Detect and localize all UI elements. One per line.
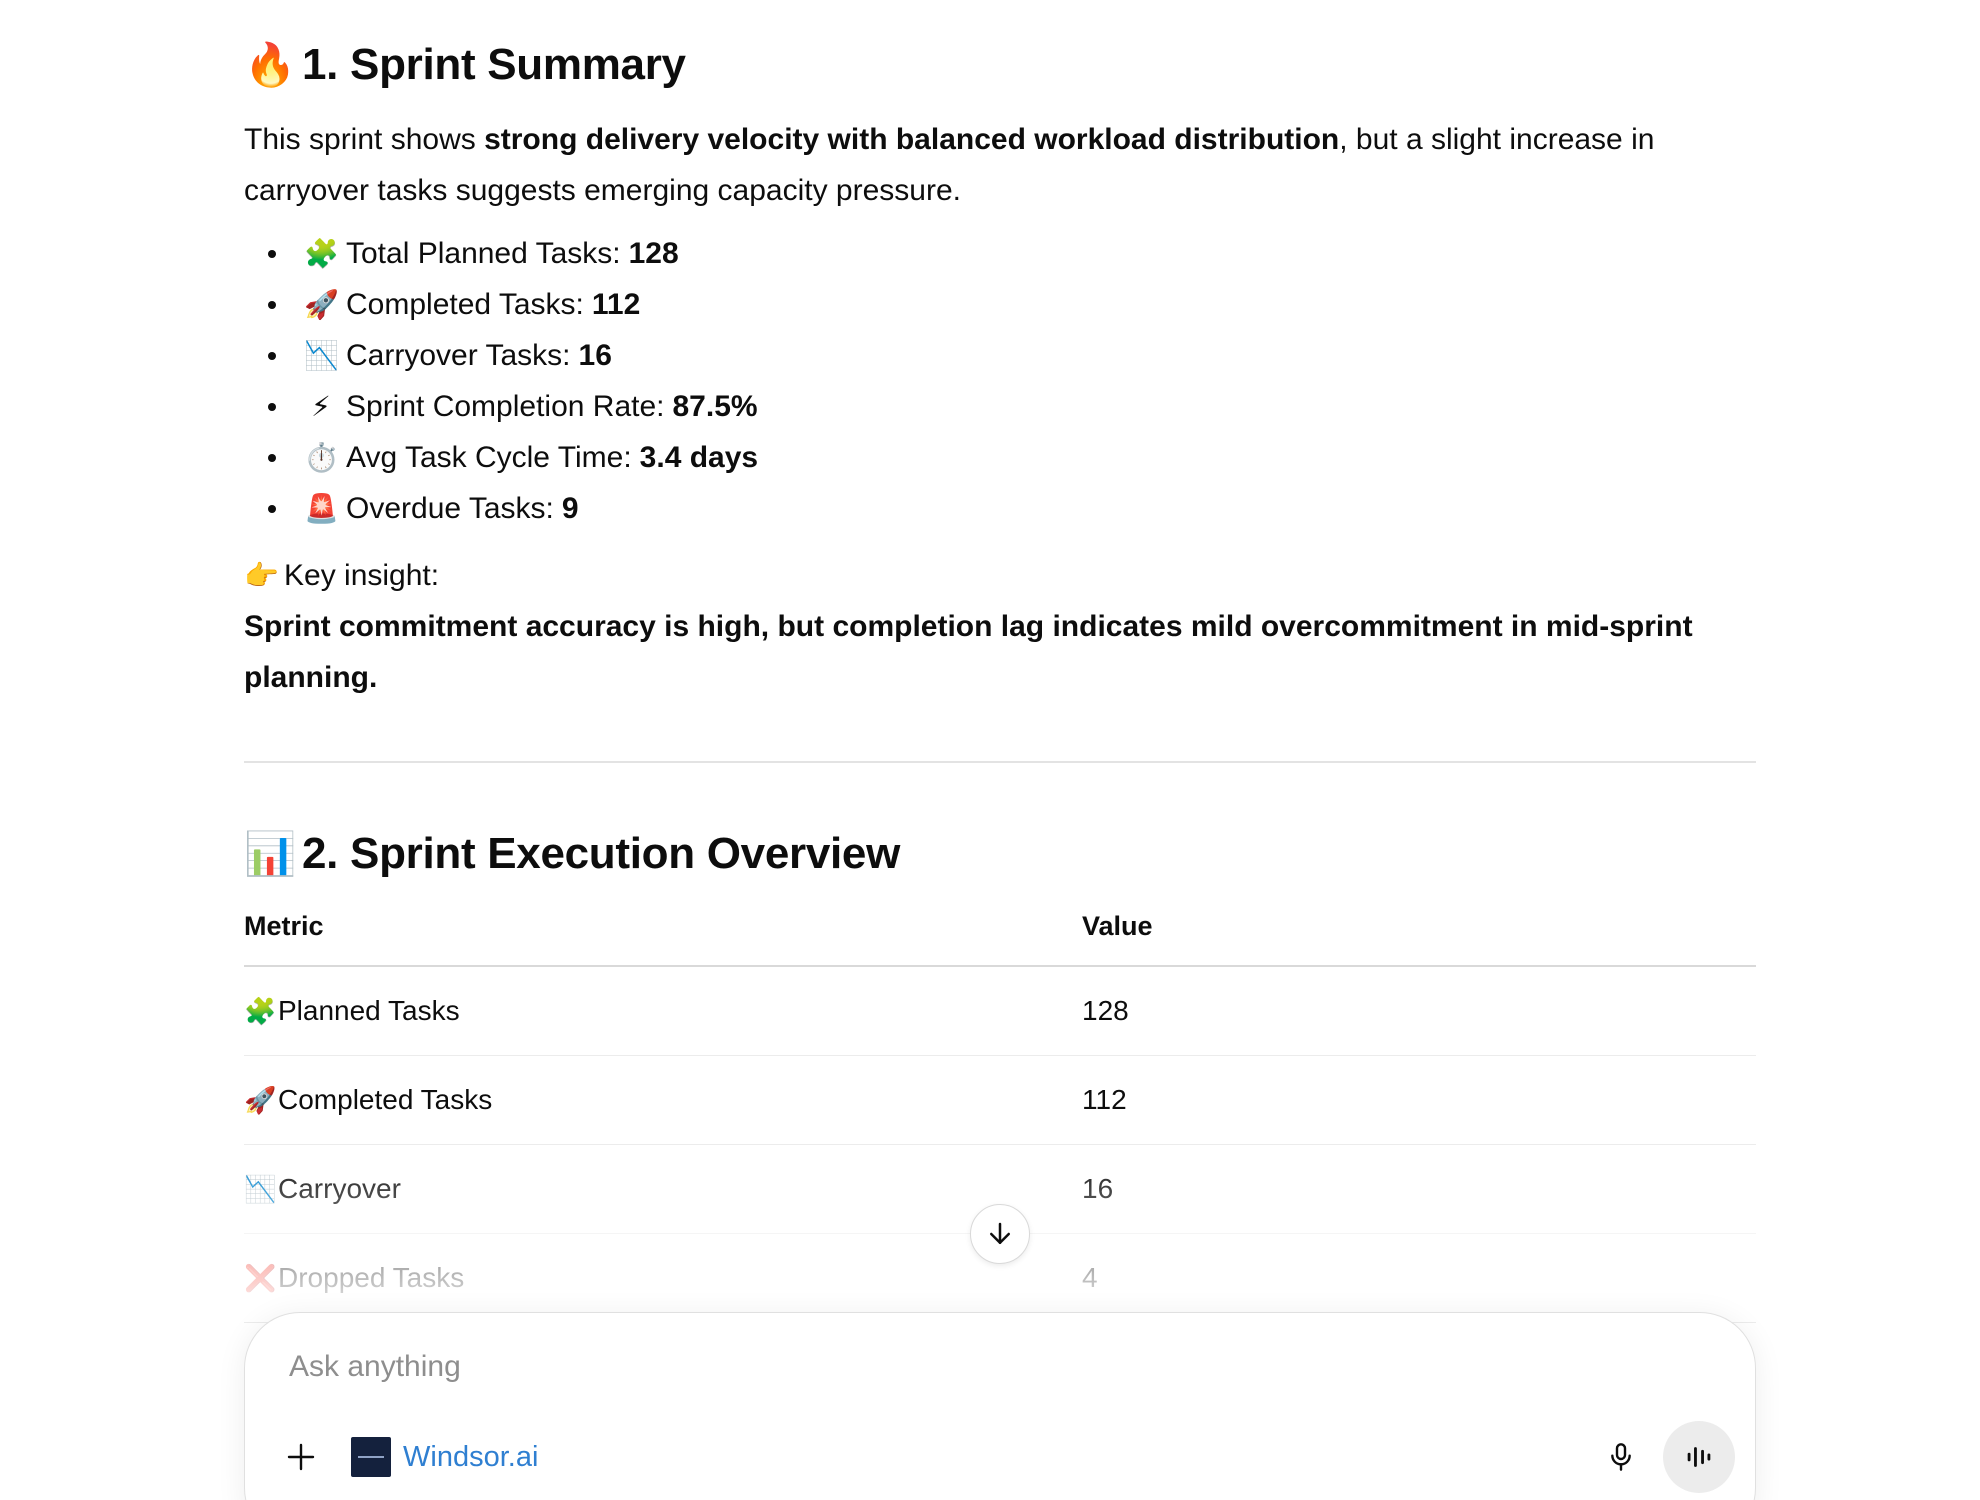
list-item: 🚀 Completed Tasks: 112	[244, 279, 1756, 330]
lightning-icon: ⚡	[311, 390, 331, 422]
stat-value: 112	[591, 288, 641, 321]
stat-label: Carryover Tasks:	[346, 339, 571, 372]
pointing-hand-icon: 👉	[244, 559, 279, 591]
stat-value: 3.4 days	[639, 441, 759, 474]
voice-waveform-icon	[1687, 1447, 1711, 1467]
section-heading-execution-overview: 📊 2. Sprint Execution Overview	[244, 819, 1756, 889]
stopwatch-icon: ⏱️	[304, 441, 339, 473]
puzzle-icon: 🧩	[244, 996, 277, 1026]
metric-name: Planned Tasks	[278, 995, 460, 1026]
connector-label: Windsor.ai	[403, 1440, 539, 1473]
summary-highlight: strong delivery velocity with balanced w…	[484, 123, 1340, 156]
rocket-icon: 🚀	[304, 288, 339, 320]
list-item: ⏱️ Avg Task Cycle Time: 3.4 days	[244, 432, 1756, 483]
chart-decreasing-icon: 📉	[304, 339, 339, 371]
list-item: 🚨 Overdue Tasks: 9	[244, 483, 1756, 534]
cross-mark-icon: ❌	[244, 1263, 277, 1293]
stat-label: Total Planned Tasks:	[346, 237, 621, 270]
stat-label: Overdue Tasks:	[346, 492, 554, 525]
windsor-logo-icon	[351, 1437, 391, 1477]
table-header-row: Metric Value	[244, 911, 1756, 967]
column-header-value: Value	[1082, 911, 1756, 967]
chat-input[interactable]	[287, 1349, 1591, 1385]
metric-cell: 🚀Completed Tasks	[244, 1055, 1082, 1145]
plus-icon	[287, 1443, 315, 1471]
column-header-metric: Metric	[244, 911, 1082, 967]
bar-chart-icon: 📊	[244, 830, 296, 877]
assistant-message: 🔥 1. Sprint Summary This sprint shows st…	[244, 30, 1756, 1323]
add-attachment-button[interactable]	[279, 1435, 323, 1479]
chat-composer: Windsor.ai	[244, 1312, 1756, 1500]
section-title: 1. Sprint Summary	[302, 40, 686, 89]
key-insight-label: 👉 Key insight:	[244, 550, 1756, 601]
windsor-connector-chip[interactable]: Windsor.ai	[351, 1437, 538, 1477]
microphone-icon	[1611, 1443, 1631, 1471]
arrow-down-icon	[990, 1222, 1010, 1244]
sprint-stats-list: 🧩 Total Planned Tasks: 128 🚀 Completed T…	[244, 228, 1756, 534]
section-title: 2. Sprint Execution Overview	[302, 829, 901, 878]
metric-cell: 🧩Planned Tasks	[244, 966, 1082, 1056]
metric-cell: 📉Carryover	[244, 1144, 1082, 1234]
stat-value: 87.5%	[672, 390, 758, 423]
fire-icon: 🔥	[244, 41, 296, 88]
summary-paragraph: This sprint shows strong delivery veloci…	[244, 114, 1756, 216]
rocket-icon: 🚀	[244, 1085, 277, 1115]
stat-value: 16	[578, 339, 612, 372]
insight-label-text: Key insight:	[284, 559, 440, 592]
stat-label: Completed Tasks:	[346, 288, 584, 321]
section-divider	[244, 761, 1756, 763]
metric-name: Dropped Tasks	[278, 1262, 465, 1293]
table-row: 🚀Completed Tasks 112	[244, 1055, 1756, 1145]
key-insight-text: Sprint commitment accuracy is high, but …	[244, 610, 1693, 694]
metric-cell: ❌Dropped Tasks	[244, 1233, 1082, 1323]
voice-mode-button[interactable]	[1663, 1421, 1735, 1493]
stat-label: Sprint Completion Rate:	[346, 390, 665, 423]
summary-text-start: This sprint shows	[244, 123, 485, 156]
dictate-button[interactable]	[1597, 1433, 1645, 1481]
list-item: 📉 Carryover Tasks: 16	[244, 330, 1756, 381]
table-row: 🧩Planned Tasks 128	[244, 966, 1756, 1056]
chat-page: 🔥 1. Sprint Summary This sprint shows st…	[0, 0, 1980, 1500]
stat-label: Avg Task Cycle Time:	[346, 441, 632, 474]
value-cell: 112	[1082, 1055, 1756, 1145]
value-cell: 16	[1082, 1144, 1756, 1234]
stat-value: 128	[628, 237, 679, 270]
value-cell: 4	[1082, 1233, 1756, 1323]
list-item: ⚡ Sprint Completion Rate: 87.5%	[244, 381, 1756, 432]
scroll-to-bottom-button[interactable]	[970, 1204, 1030, 1264]
chart-decreasing-icon: 📉	[244, 1174, 277, 1204]
puzzle-icon: 🧩	[304, 237, 339, 269]
metric-name: Completed Tasks	[278, 1084, 493, 1115]
value-cell: 128	[1082, 966, 1756, 1056]
metric-name: Carryover	[278, 1173, 401, 1204]
section-heading-sprint-summary: 🔥 1. Sprint Summary	[244, 30, 1756, 100]
list-item: 🧩 Total Planned Tasks: 128	[244, 228, 1756, 279]
siren-icon: 🚨	[304, 492, 339, 524]
stat-value: 9	[561, 492, 579, 525]
